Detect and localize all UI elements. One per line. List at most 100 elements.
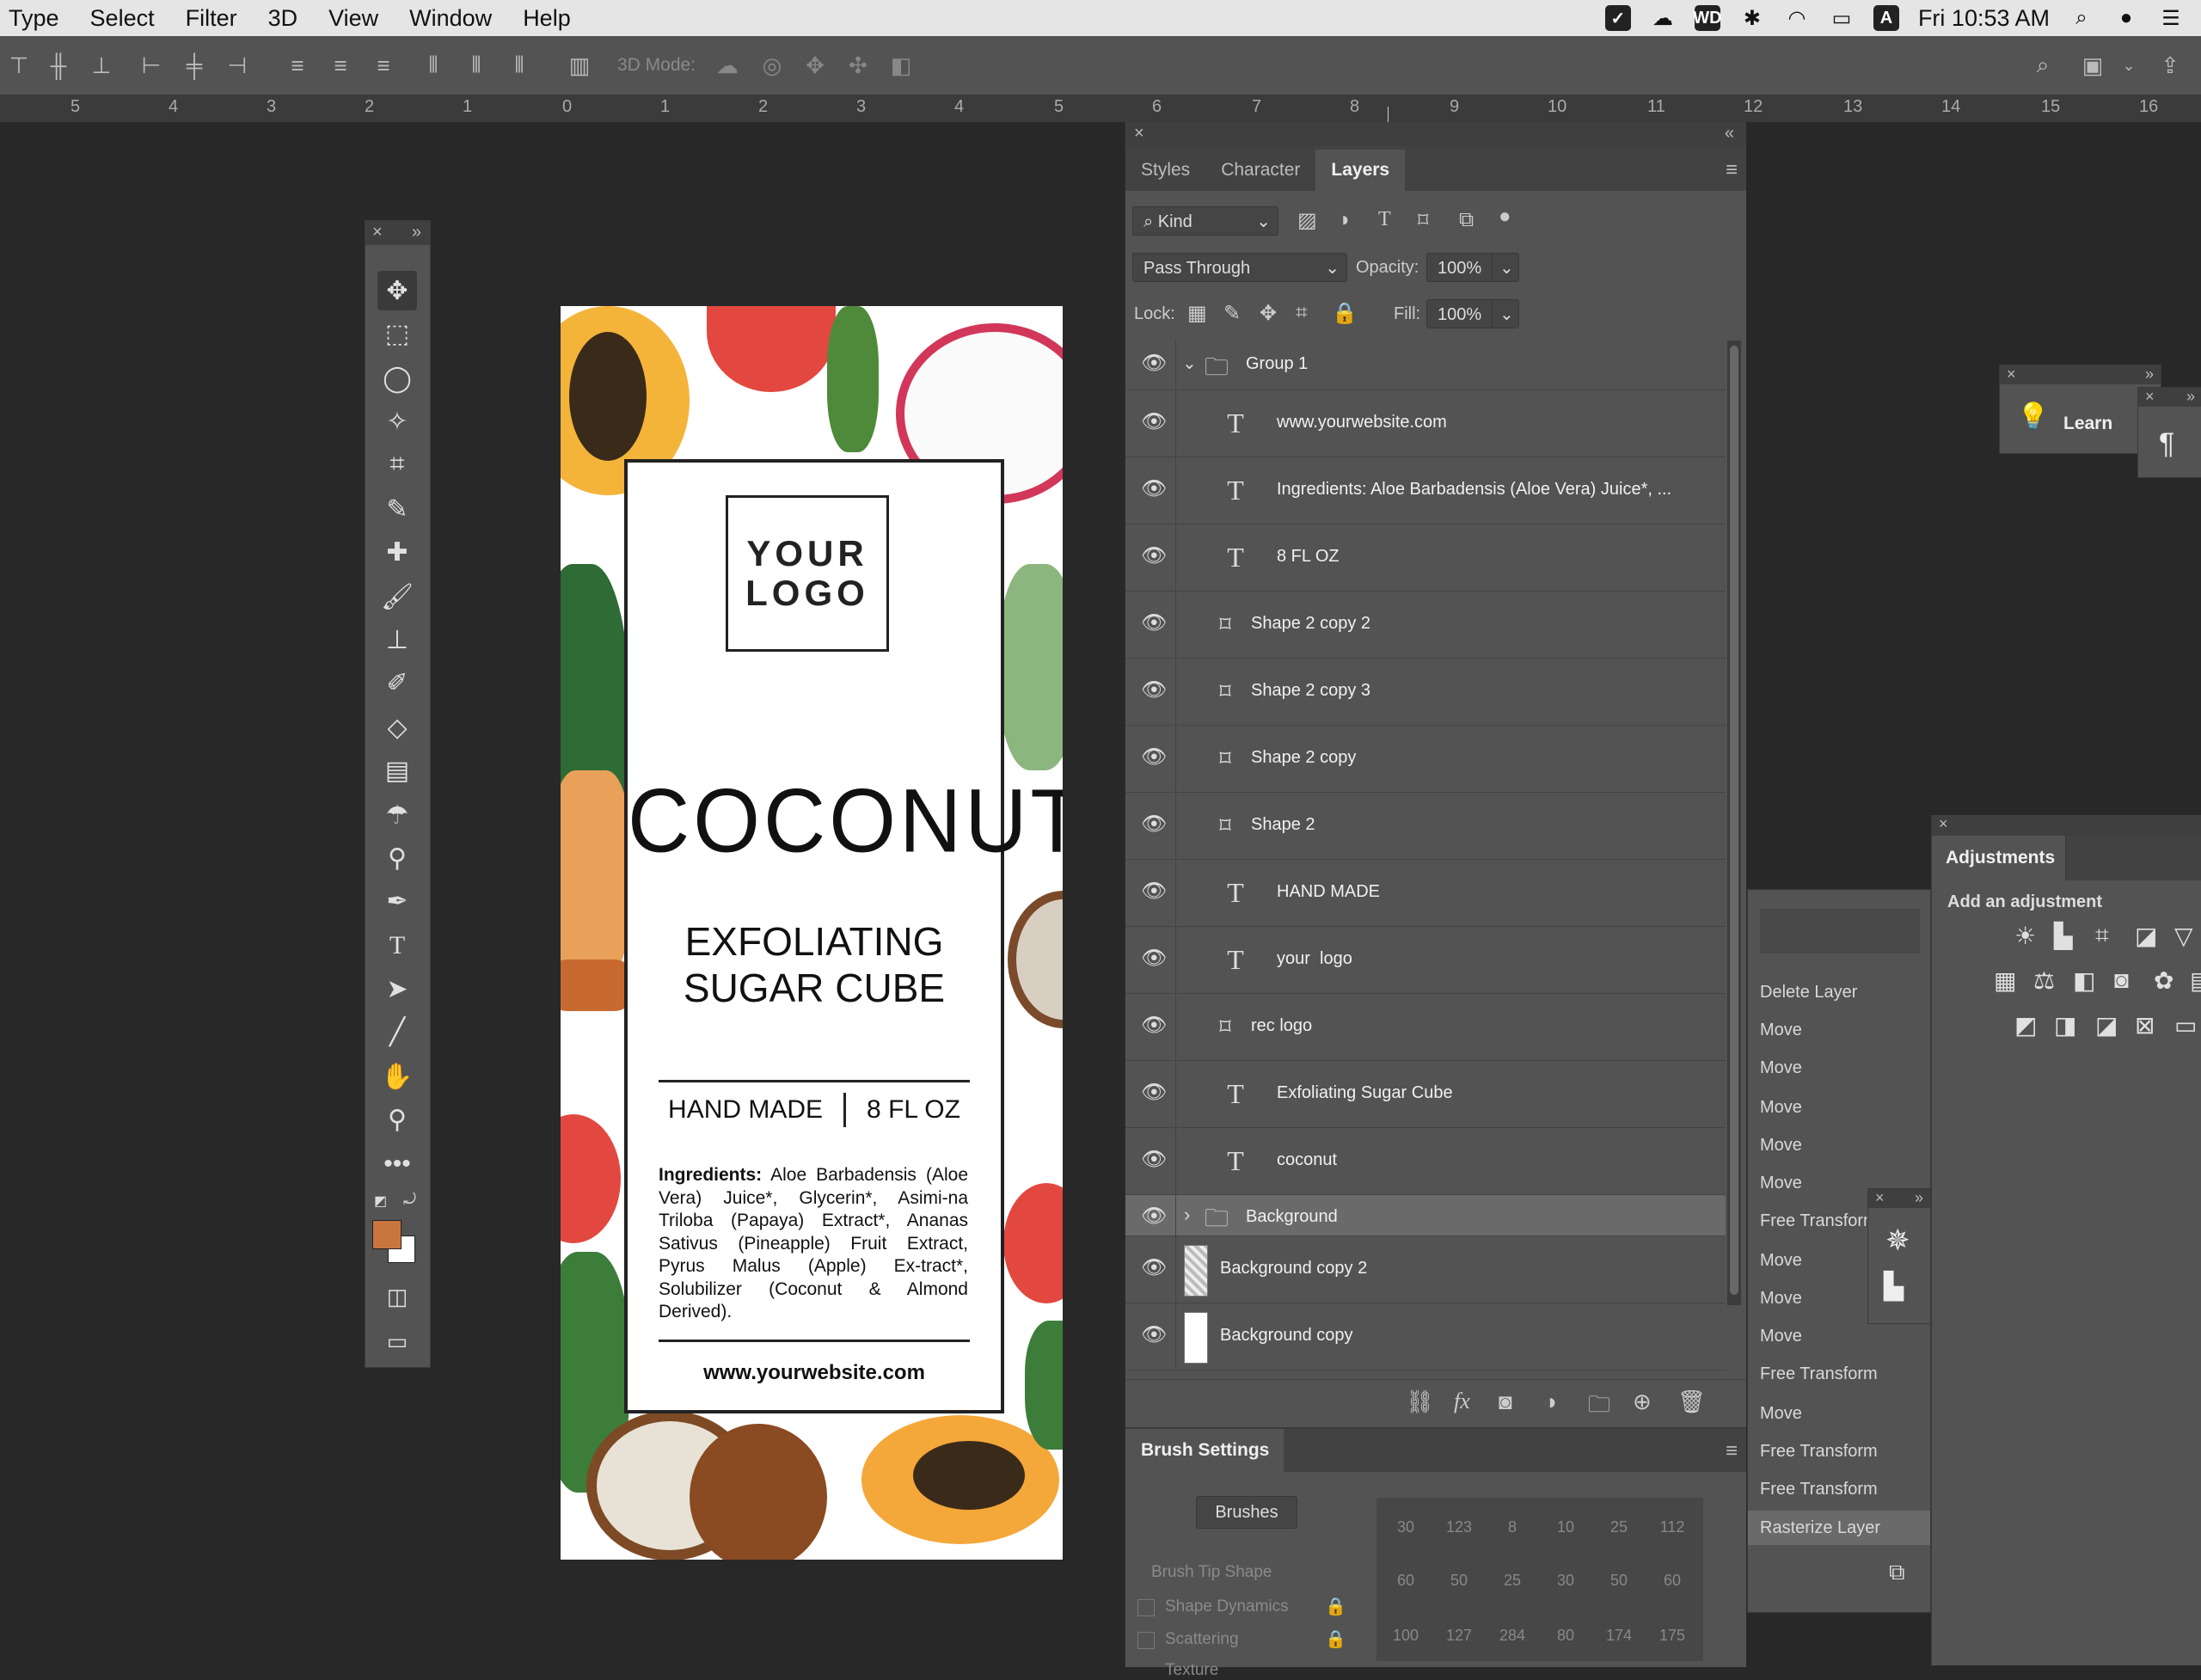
add-mask-icon[interactable]: ◙ [1499,1389,1512,1415]
visibility-eye-icon[interactable]: 👁 [1141,610,1167,636]
lock-position-icon[interactable]: ✥ [1260,301,1277,326]
brush-size[interactable]: 284 [1490,1627,1535,1645]
foreground-color-swatch[interactable] [372,1220,402,1249]
new-adjustment-icon[interactable]: ◑ [1543,1389,1557,1415]
history-item[interactable]: Move [1760,1098,1802,1118]
siri-icon[interactable]: ● [2113,5,2139,31]
check-icon[interactable]: ✓ [1604,5,1631,31]
move-tool-icon[interactable]: ✥ [377,271,417,310]
history-item[interactable]: Move [1760,1327,1802,1346]
brush-size[interactable]: 30 [1543,1572,1588,1590]
expand-icon[interactable]: » [1915,1189,1923,1207]
healing-brush-tool-icon[interactable]: ✚ [377,532,417,572]
color-lookup-icon[interactable]: ▤ [2190,966,2201,995]
clock[interactable]: Fri 10:53 AM [1918,5,2050,32]
history-item[interactable]: Free Transform [1760,1364,1878,1384]
fx-icon[interactable]: fx [1454,1389,1470,1414]
panel-header[interactable]: × » [2138,388,2201,407]
notification-center-icon[interactable]: ☰ [2158,5,2184,31]
visibility-eye-icon[interactable]: 👁 [1141,678,1167,703]
filter-kind-select[interactable]: ⌕ Kind ⌄ [1132,206,1278,236]
new-snapshot-icon[interactable]: ⧉ [1889,1559,1905,1586]
workspace-chevron-down-icon[interactable]: ⌄ [2113,50,2144,81]
close-icon[interactable]: × [2145,388,2155,406]
layer-row[interactable]: 👁 T your logo [1125,927,1726,994]
history-item[interactable]: Free Transform [1760,1442,1878,1462]
layer-row[interactable]: 👁 Background copy [1125,1303,1726,1370]
visibility-eye-icon[interactable]: 👁 [1141,946,1167,972]
scale-3d-icon[interactable]: ◧ [886,50,917,81]
wd-drive-icon[interactable]: WD [1693,5,1722,31]
brush-option[interactable]: Brush Tip Shape [1151,1563,1272,1582]
visibility-eye-icon[interactable]: 👁 [1141,543,1167,569]
pen-tool-icon[interactable]: ✒ [377,881,417,921]
levels-icon[interactable]: ▙ [2054,922,2073,950]
share-icon[interactable]: ⇪ [2155,50,2186,81]
paragraph-icon[interactable]: ¶ [2159,427,2174,461]
history-item[interactable]: Move [1760,1058,1802,1078]
curves-icon[interactable]: ⌗ [2095,922,2109,950]
visibility-eye-icon[interactable]: 👁 [1141,351,1167,377]
menu-select[interactable]: Select [75,0,170,36]
chevron-down-icon[interactable]: ⌄ [1182,353,1197,374]
battery-icon[interactable]: ▭ [1829,5,1855,31]
marquee-tool-icon[interactable]: ⬚ [377,314,417,353]
brush-option[interactable]: Scattering [1165,1630,1239,1649]
panel-menu-icon[interactable]: ≡ [1726,1439,1738,1463]
brush-presets-grid[interactable]: 30 123 8 10 25 112 60 50 25 30 50 60 100… [1376,1498,1703,1661]
wifi-icon[interactable]: ◠ [1784,5,1810,31]
path-selection-tool-icon[interactable]: ➤ [377,969,417,1009]
expand-icon[interactable]: » [2186,388,2195,406]
layer-row[interactable]: 👁 Background copy 2 [1125,1236,1726,1303]
align-vcenter-icon[interactable]: ╫ [43,50,74,81]
brush-size[interactable]: 127 [1437,1627,1481,1645]
brush-size[interactable]: 112 [1650,1518,1695,1536]
menu-3d[interactable]: 3D [253,0,314,36]
workspace-icon[interactable]: ▣ [2077,50,2108,81]
lightbulb-icon[interactable]: 💡 [2017,402,2049,432]
zoom-tool-icon[interactable]: ⚲ [377,1100,417,1139]
default-colors-icon[interactable]: ◩ [374,1193,387,1210]
layer-row[interactable]: 👁 ⌑ Shape 2 copy [1125,726,1726,793]
filter-shape-icon[interactable]: ⌑ [1418,208,1428,233]
screen-mode-icon[interactable]: ▭ [377,1321,417,1361]
eyedropper-tool-icon[interactable]: ✎ [377,489,417,529]
layer-row[interactable]: 👁 T www.yourwebsite.com [1125,390,1726,457]
align-hcenter-icon[interactable]: ╪ [179,50,210,81]
lock-artboard-icon[interactable]: ⌗ [1296,301,1308,325]
layer-row[interactable]: 👁 T Exfoliating Sugar Cube [1125,1061,1726,1128]
slide-3d-icon[interactable]: ✣ [843,50,874,81]
tab-styles[interactable]: Styles [1125,150,1205,191]
history-item[interactable]: Move [1760,1021,1802,1040]
close-icon[interactable]: × [372,223,383,242]
filter-toggle-icon[interactable]: ● [1499,205,1511,229]
brush-size[interactable]: 174 [1597,1627,1641,1645]
history-item[interactable]: Move [1760,1136,1802,1156]
tab-character[interactable]: Character [1205,150,1315,191]
learn-label[interactable]: Learn [2063,414,2112,434]
more-tools-icon[interactable]: ••• [377,1144,417,1184]
crop-tool-icon[interactable]: ⌗ [377,445,417,484]
brush-option[interactable]: Texture [1165,1661,1218,1680]
delete-layer-icon[interactable]: 🗑 [1677,1389,1706,1415]
pan-3d-icon[interactable]: ✥ [800,50,831,81]
brush-option[interactable]: Shape Dynamics [1165,1597,1289,1616]
layer-row[interactable]: 👁 ⌑ Shape 2 copy 2 [1125,592,1726,659]
fill-input[interactable]: 100% [1426,299,1500,328]
lock-icon[interactable]: 🔒 [1325,1596,1346,1617]
compass-icon[interactable]: ✵ [1885,1223,1910,1258]
toolbox-header[interactable]: × » [365,221,430,245]
history-item[interactable]: Move [1760,1174,1802,1193]
visibility-eye-icon[interactable]: 👁 [1141,879,1167,904]
posterize-icon[interactable]: ◨ [2054,1011,2076,1039]
distribute-vcenter-icon[interactable]: ≡ [325,50,356,81]
new-group-icon[interactable]: 🗀 [1588,1389,1610,1426]
brush-size[interactable]: 25 [1490,1572,1535,1590]
align-top-icon[interactable]: ⊤ [3,50,34,81]
tab-adjustments[interactable]: Adjustments [1932,836,2066,880]
spotlight-search-icon[interactable]: ⌕ [2069,5,2094,31]
align-left-icon[interactable]: ⊢ [136,50,167,81]
layer-row[interactable]: 👁 T coconut [1125,1128,1726,1195]
orbit-3d-icon[interactable]: ☁ [712,50,743,81]
creative-cloud-icon[interactable]: ☁ [1650,5,1676,31]
